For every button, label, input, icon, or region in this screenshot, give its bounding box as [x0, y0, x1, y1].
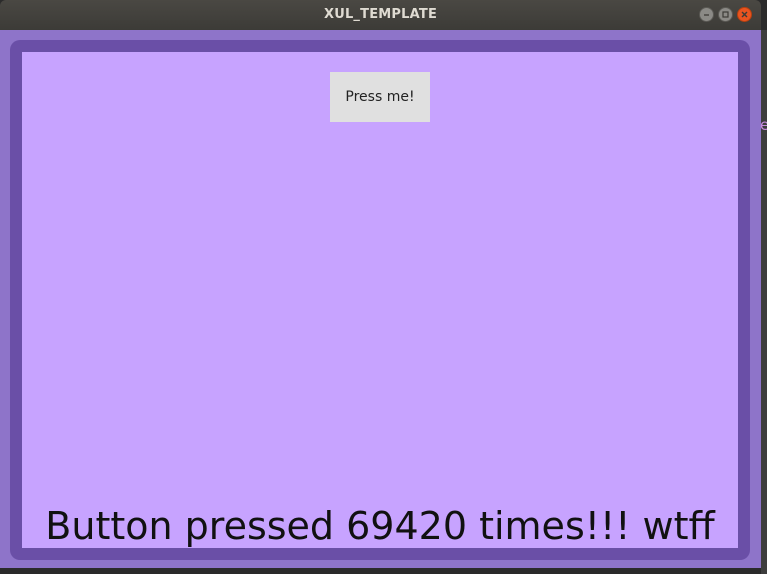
background-text-fragment: e [760, 116, 767, 134]
window-title: XUL_TEMPLATE [323, 7, 438, 22]
content-frame: Press me! Button pressed 69420 times!!! … [10, 40, 750, 560]
content-panel: Press me! Button pressed 69420 times!!! … [22, 52, 738, 548]
close-button[interactable] [737, 7, 752, 22]
window-bottom-border [0, 568, 761, 574]
press-me-button[interactable]: Press me! [330, 72, 430, 122]
background-window-edge [761, 30, 767, 574]
maximize-icon [722, 11, 729, 18]
client-area: Press me! Button pressed 69420 times!!! … [0, 30, 761, 568]
minimize-button[interactable] [699, 7, 714, 22]
app-window: XUL_TEMPLATE Press me! Button pressed 69… [0, 0, 761, 574]
title-bar[interactable]: XUL_TEMPLATE [0, 0, 761, 30]
maximize-button[interactable] [718, 7, 733, 22]
minimize-icon [704, 14, 709, 16]
press-counter-label: Button pressed 69420 times!!! wtff [45, 504, 715, 548]
close-icon [741, 11, 748, 18]
